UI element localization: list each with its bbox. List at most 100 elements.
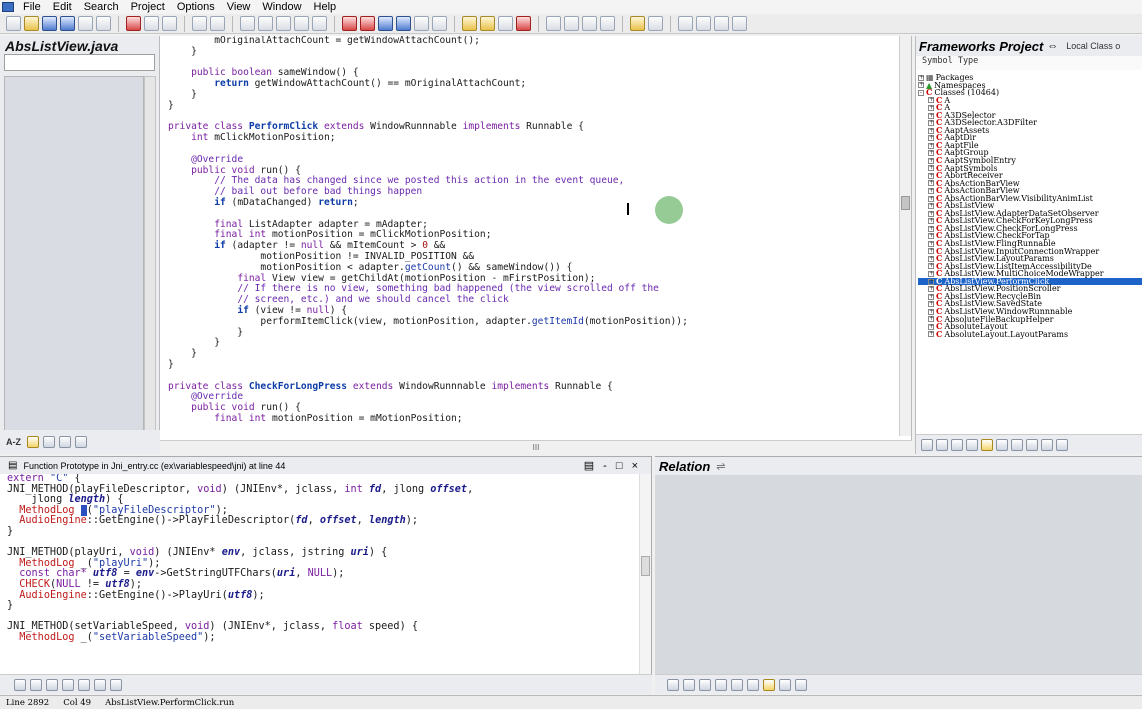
- relation-window-icon[interactable]: [699, 678, 711, 691]
- expand-icon[interactable]: +: [928, 104, 934, 111]
- close-file-icon[interactable]: [78, 16, 93, 31]
- cascade-icon[interactable]: [564, 16, 579, 31]
- expand-icon[interactable]: +: [928, 203, 934, 210]
- context-scrollbar[interactable]: [639, 474, 651, 674]
- expand-icon[interactable]: +: [928, 210, 934, 217]
- bookmark-icon[interactable]: [342, 16, 357, 31]
- menu-search[interactable]: Search: [78, 0, 125, 14]
- columns-icon[interactable]: [714, 16, 729, 31]
- menu-options[interactable]: Options: [171, 0, 221, 14]
- context-window-icon[interactable]: [480, 16, 495, 31]
- expand-icon[interactable]: +: [928, 225, 934, 232]
- expand-icon[interactable]: +: [928, 120, 934, 127]
- project-window-icon[interactable]: [1026, 438, 1038, 451]
- editor-scroll-thumb[interactable]: [901, 196, 910, 210]
- layout-icon[interactable]: [696, 16, 711, 31]
- maximize-icon[interactable]: [600, 16, 615, 31]
- jump-back-icon[interactable]: [432, 16, 447, 31]
- menu-window[interactable]: Window: [256, 0, 307, 14]
- book-icon[interactable]: [59, 436, 71, 448]
- expand-icon[interactable]: +: [928, 97, 934, 104]
- context-window-icon[interactable]: [683, 678, 695, 691]
- settings-icon[interactable]: [795, 678, 807, 691]
- local-class-tab[interactable]: Local Class o: [1066, 41, 1120, 51]
- expand-icon[interactable]: +: [928, 165, 934, 172]
- symbol-window-icon[interactable]: [462, 16, 477, 31]
- find-icon[interactable]: [240, 16, 255, 31]
- expand-icon[interactable]: +: [928, 331, 934, 338]
- menu-file[interactable]: File: [17, 0, 47, 14]
- project-symbol-tree[interactable]: + ▦ Packages + ▲ Namespaces - C Classes (10464) +…: [918, 74, 1142, 426]
- expand-icon[interactable]: +: [928, 240, 934, 247]
- layout-icon[interactable]: [747, 678, 759, 691]
- context-code[interactable]: extern "C" {JNI_METHOD(playFileDescripto…: [7, 474, 637, 674]
- open-file-icon[interactable]: [24, 16, 39, 31]
- book-icon[interactable]: [966, 438, 978, 451]
- copy-icon[interactable]: [144, 16, 159, 31]
- tree-item[interactable]: - C Classes (10464): [918, 88, 1142, 97]
- refresh-icon[interactable]: [731, 678, 743, 691]
- expand-icon[interactable]: +: [928, 270, 934, 277]
- pointer-icon[interactable]: [648, 16, 663, 31]
- tree-view-icon[interactable]: [779, 678, 791, 691]
- relation-graph-area[interactable]: [655, 475, 1142, 675]
- context-scroll-thumb[interactable]: [641, 556, 650, 576]
- redo-icon[interactable]: [210, 16, 225, 31]
- expand-icon[interactable]: +: [928, 316, 934, 323]
- menu-edit[interactable]: Edit: [47, 0, 78, 14]
- paste-icon[interactable]: [162, 16, 177, 31]
- lock-icon[interactable]: [94, 678, 106, 691]
- symbol-list[interactable]: [4, 76, 144, 453]
- settings-icon[interactable]: [1056, 438, 1068, 451]
- settings-icon[interactable]: [75, 436, 87, 448]
- project-window-icon[interactable]: [498, 16, 513, 31]
- expand-icon[interactable]: +: [928, 187, 934, 194]
- new-file-icon[interactable]: [6, 16, 21, 31]
- expand-icon[interactable]: +: [928, 172, 934, 179]
- tile-icon[interactable]: [546, 16, 561, 31]
- expand-icon[interactable]: +: [928, 323, 934, 330]
- activate-icon[interactable]: [630, 16, 645, 31]
- symbol-view-icon[interactable]: [936, 438, 948, 451]
- expand-icon[interactable]: +: [928, 248, 934, 255]
- find-files-icon[interactable]: [312, 16, 327, 31]
- editor-horizontal-scrollbar[interactable]: III: [160, 440, 912, 454]
- relation-window-icon[interactable]: [1041, 438, 1053, 451]
- symbol-list-scrollbar[interactable]: [144, 76, 156, 453]
- save-all-icon[interactable]: [60, 16, 75, 31]
- find-prev-icon[interactable]: [276, 16, 291, 31]
- symbol-filter-input[interactable]: [4, 54, 155, 71]
- bookmark-list-icon[interactable]: [360, 16, 375, 31]
- code-editor[interactable]: mOriginalAttachCount = getWindowAttachCo…: [160, 36, 912, 454]
- save-icon[interactable]: [42, 16, 57, 31]
- undo-icon[interactable]: [192, 16, 207, 31]
- expand-icon[interactable]: +: [928, 142, 934, 149]
- context-window-icon[interactable]: [30, 678, 42, 691]
- expand-icon[interactable]: +: [928, 278, 934, 285]
- sort-az-icon[interactable]: A-Z: [6, 437, 21, 447]
- tree-item[interactable]: + C AbsoluteLayout.LayoutParams: [918, 330, 1142, 339]
- relation-window-icon[interactable]: [62, 678, 74, 691]
- replace-icon[interactable]: [294, 16, 309, 31]
- expand-icon[interactable]: +: [928, 308, 934, 315]
- graph-view-icon[interactable]: [763, 678, 775, 691]
- expand-icon[interactable]: +: [928, 255, 934, 262]
- forward-icon[interactable]: [396, 16, 411, 31]
- category-view-icon[interactable]: [43, 436, 55, 448]
- expand-icon[interactable]: +: [928, 112, 934, 119]
- category-icon[interactable]: [951, 438, 963, 451]
- expand-icon[interactable]: +: [928, 157, 934, 164]
- find-next-icon[interactable]: [258, 16, 273, 31]
- context-window-icon[interactable]: [1011, 438, 1023, 451]
- menu-project[interactable]: Project: [125, 0, 171, 14]
- list-view-icon[interactable]: [27, 436, 39, 448]
- panel-icon[interactable]: [732, 16, 747, 31]
- cut-icon[interactable]: [126, 16, 141, 31]
- book-icon[interactable]: [46, 678, 58, 691]
- expand-icon[interactable]: +: [928, 233, 934, 240]
- settings-icon[interactable]: [110, 678, 122, 691]
- jump-icon[interactable]: [414, 16, 429, 31]
- print-icon[interactable]: [96, 16, 111, 31]
- expand-icon[interactable]: +: [928, 218, 934, 225]
- expand-icon[interactable]: +: [928, 150, 934, 157]
